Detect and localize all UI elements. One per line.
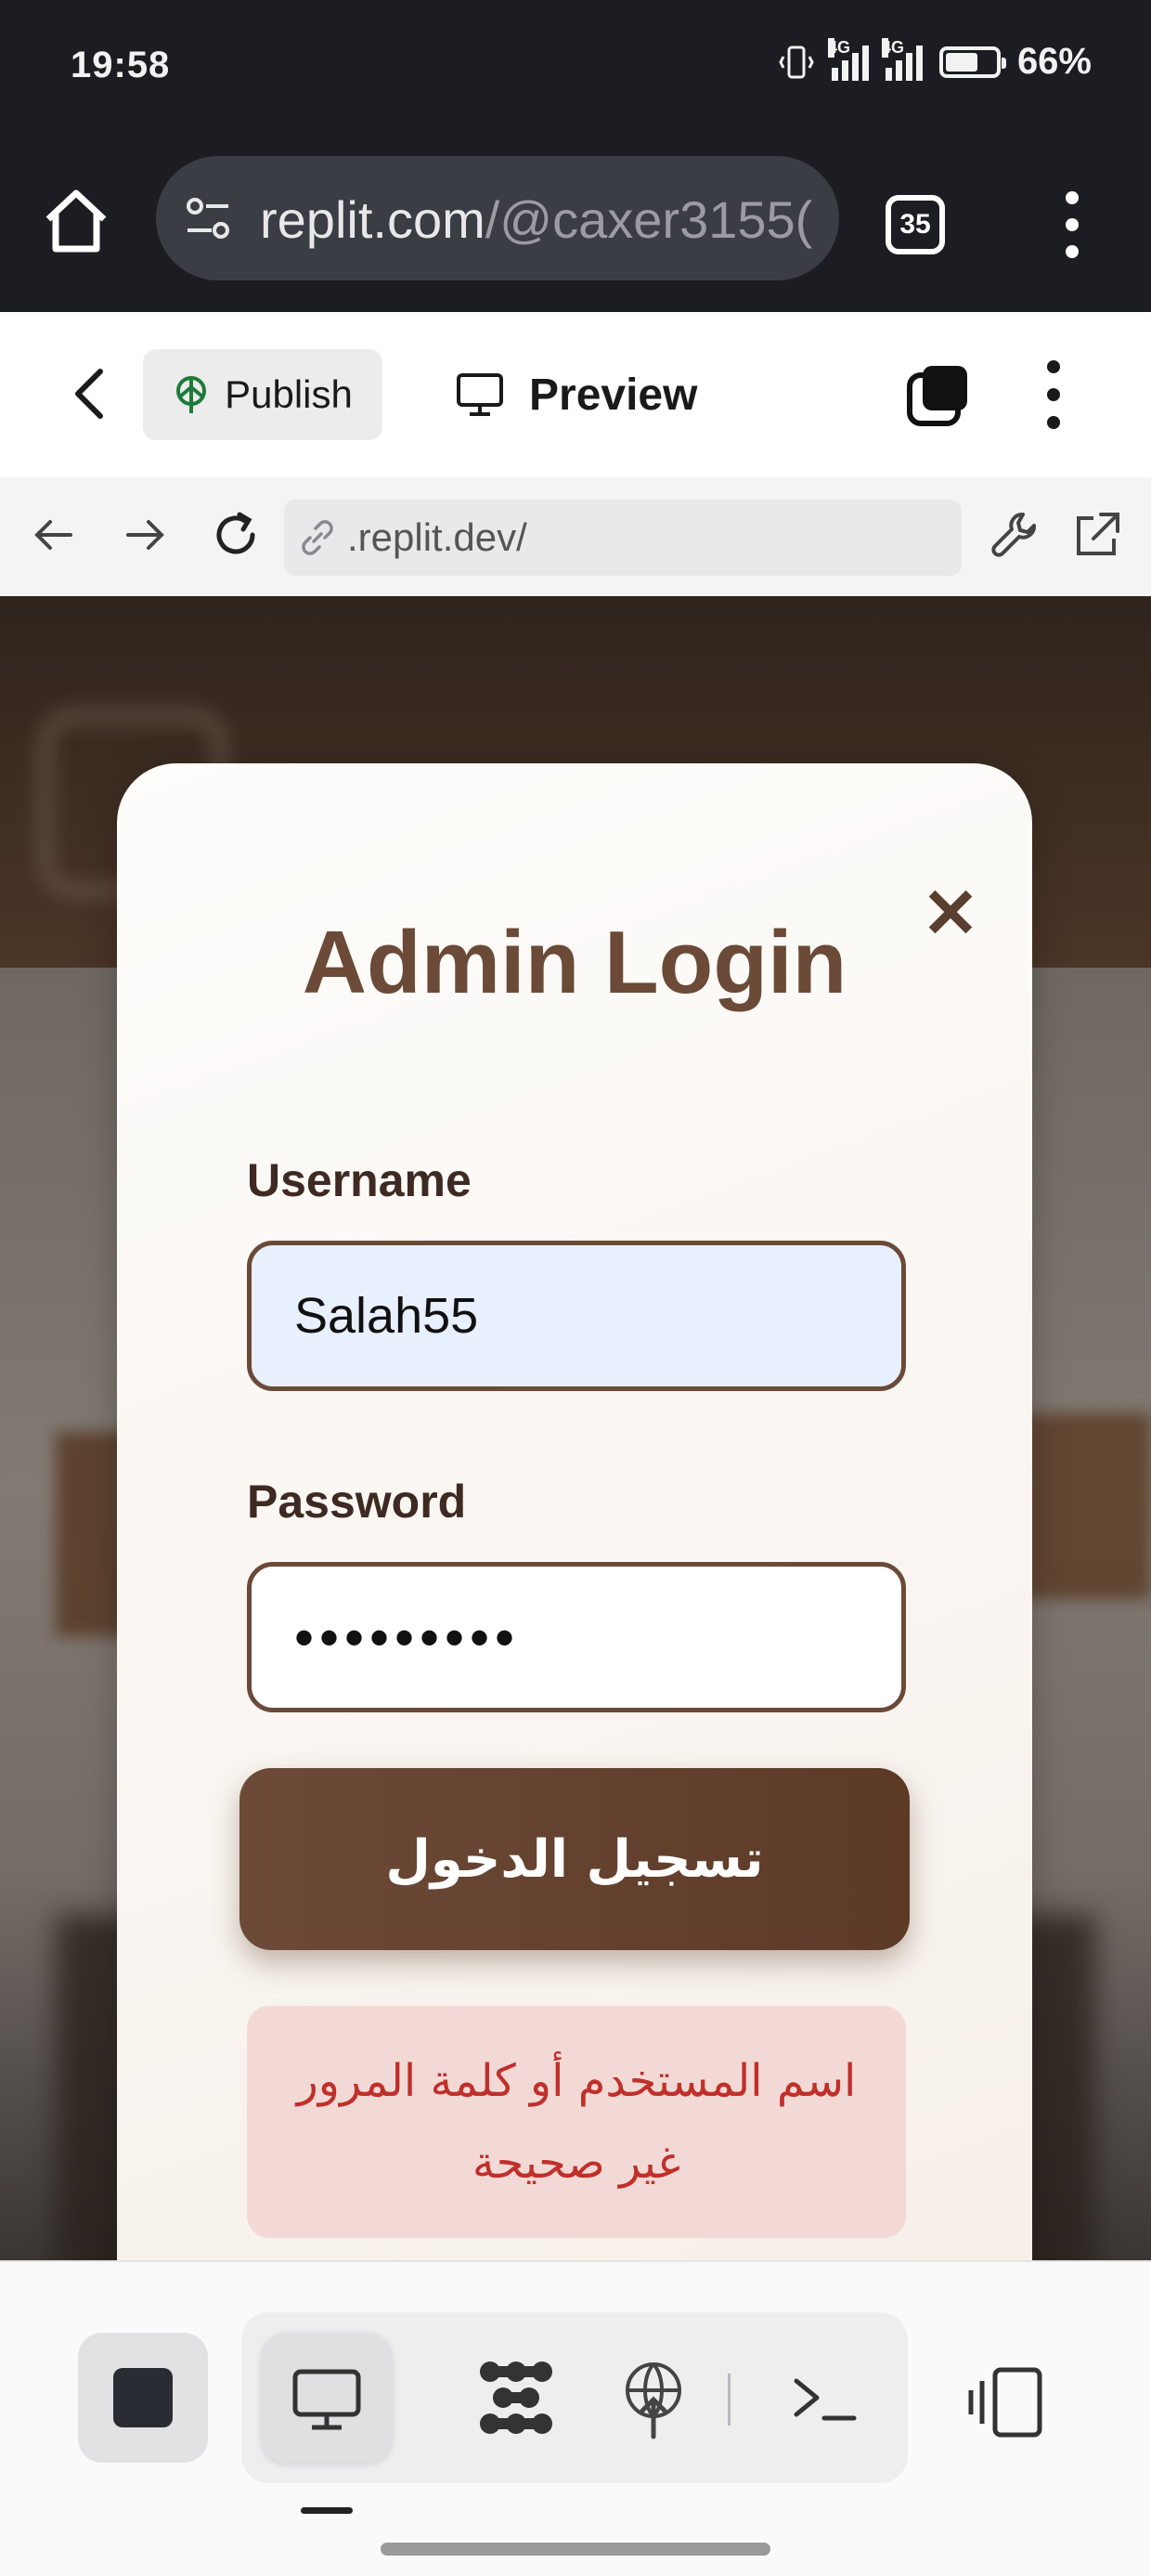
home-icon[interactable]	[41, 186, 111, 256]
status-icons: 4G 4G 66%	[778, 37, 1092, 83]
error-line-1: اسم المستخدم أو كلمة المرور	[296, 2055, 857, 2107]
workflows-icon[interactable]	[472, 2353, 561, 2442]
publish-icon	[176, 376, 207, 413]
workspace-toolbar	[0, 2260, 1151, 2576]
preview-label: Preview	[529, 370, 698, 420]
open-external-icon[interactable]	[1067, 505, 1127, 565]
toolbar-divider	[728, 2374, 731, 2426]
username-label: Username	[247, 1154, 472, 1206]
monitor-icon	[457, 373, 503, 416]
gesture-bar	[381, 2543, 770, 2556]
layers-icon[interactable]	[904, 362, 971, 429]
browser-toolbar: replit.com/@caxer3155( 35	[0, 139, 1151, 312]
tab-switcher-icon[interactable]: 35	[886, 195, 945, 254]
shell-icon[interactable]	[780, 2353, 869, 2442]
login-modal: ✕ Admin Login Username Salah55 Password …	[117, 763, 1032, 2342]
site-settings-icon[interactable]	[182, 193, 234, 245]
back-icon[interactable]	[67, 364, 113, 423]
webview-url-input[interactable]: .replit.dev/	[284, 500, 962, 576]
password-label: Password	[247, 1476, 467, 1528]
url-text: replit.com/@caxer3155(	[260, 189, 812, 250]
login-button[interactable]: تسجيل الدخول	[239, 1768, 910, 1950]
battery-icon	[938, 46, 1006, 78]
vibrate-icon	[779, 46, 814, 78]
preview-tool-button[interactable]	[262, 2333, 392, 2463]
signal-icon: 4G	[827, 37, 869, 81]
active-tool-indicator	[301, 2507, 353, 2514]
back-arrow-icon[interactable]	[24, 505, 84, 565]
signal-icon: 4G	[881, 37, 923, 81]
url-host: replit.com	[260, 190, 485, 249]
stop-button[interactable]	[78, 2333, 208, 2463]
error-message: اسم المستخدم أو كلمة المرور غير صحيحة	[247, 2006, 906, 2238]
wrench-icon[interactable]	[986, 505, 1045, 565]
tab-preview[interactable]: Preview	[455, 351, 697, 438]
webview-url-text: .replit.dev/	[347, 515, 527, 559]
error-line-2: غير صحيحة	[472, 2137, 681, 2189]
preview-icon	[292, 2369, 361, 2430]
more-options-icon[interactable]	[1038, 357, 1069, 433]
tool-switcher	[241, 2312, 908, 2483]
split-view-icon[interactable]	[965, 2361, 1049, 2444]
status-time: 19:58	[71, 45, 171, 85]
deploy-icon[interactable]	[609, 2353, 698, 2442]
battery-percent: 66%	[1016, 41, 1092, 82]
status-bar: 19:58 4G 4G 66%	[0, 0, 1151, 139]
reload-icon[interactable]	[206, 505, 265, 565]
password-input[interactable]: •••••••••	[247, 1562, 906, 1712]
link-icon	[302, 520, 333, 555]
url-path: /@caxer3155(	[485, 190, 813, 249]
publish-label: Publish	[225, 372, 353, 416]
replit-toolbar: Publish Preview	[0, 312, 1151, 480]
url-bar[interactable]: replit.com/@caxer3155(	[156, 156, 839, 280]
username-input[interactable]: Salah55	[247, 1241, 906, 1391]
webview-address-bar: .replit.dev/	[0, 477, 1151, 598]
modal-title: Admin Login	[302, 913, 847, 1012]
forward-arrow-icon[interactable]	[115, 505, 175, 565]
menu-icon[interactable]	[1058, 188, 1086, 262]
publish-button[interactable]: Publish	[143, 349, 382, 440]
stop-icon	[113, 2368, 173, 2427]
